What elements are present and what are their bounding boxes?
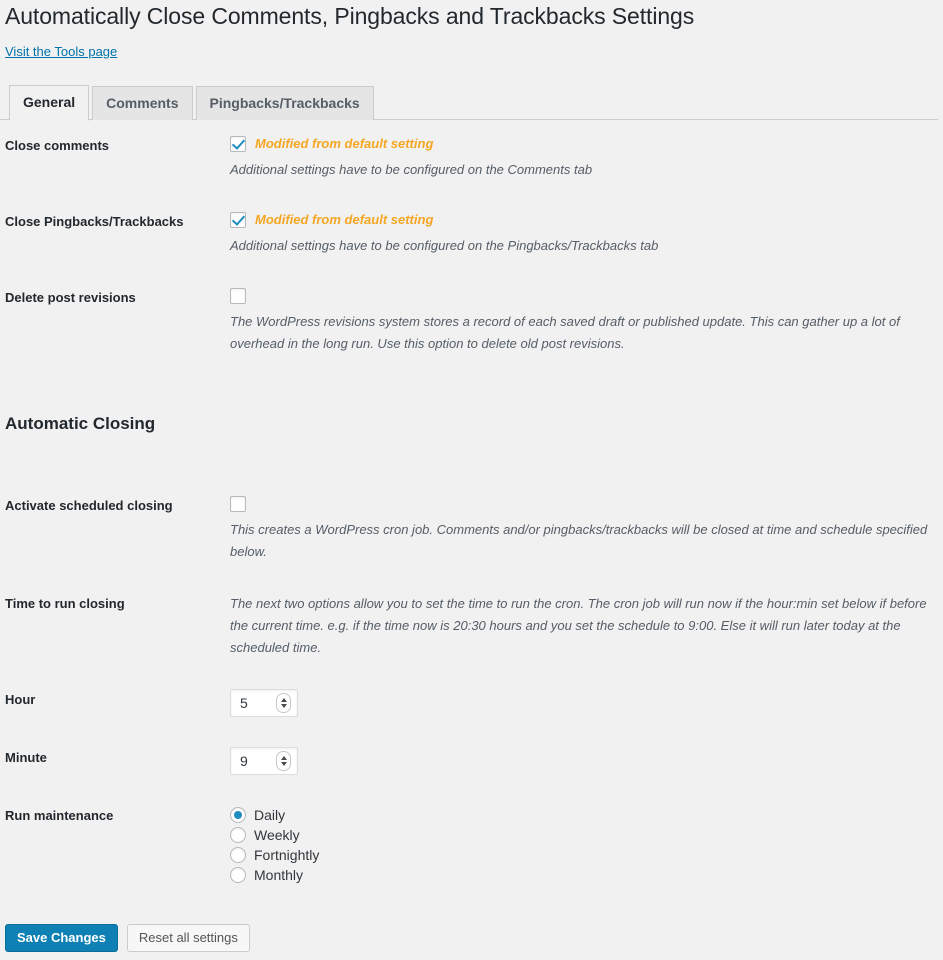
minute-stepper[interactable] [276,751,291,771]
label-run-maintenance: Run maintenance [5,808,114,823]
run-maintenance-label-weekly[interactable]: Weekly [254,825,300,845]
radio-option-fortnightly[interactable]: Fortnightly [230,845,928,865]
time-to-run-closing-description: The next two options allow you to set th… [230,596,927,655]
tab-comments[interactable]: Comments [92,86,193,120]
row-time-to-run-closing: Time to run closing The next two options… [5,578,938,674]
row-minute: Minute [5,732,938,790]
chevron-down-icon[interactable] [280,762,287,766]
hour-stepper[interactable] [276,693,291,713]
run-maintenance-radio-fortnightly[interactable] [230,847,246,863]
chevron-down-icon[interactable] [280,704,287,708]
run-maintenance-radio-weekly[interactable] [230,827,246,843]
minute-field-wrap [230,747,298,775]
chevron-up-icon[interactable] [280,756,287,760]
activate-scheduled-closing-checkbox[interactable] [230,496,246,512]
hour-field-wrap [230,689,298,717]
delete-revisions-description: The WordPress revisions system stores a … [230,314,900,351]
run-maintenance-radio-group: Daily Weekly Fortnightly Monthly [230,805,928,885]
label-delete-revisions: Delete post revisions [5,290,136,305]
settings-page: Automatically Close Comments, Pingbacks … [0,0,943,960]
close-pingbacks-description: Additional settings have to be configure… [230,238,659,253]
run-maintenance-radio-monthly[interactable] [230,867,246,883]
label-time-to-run-closing: Time to run closing [5,596,125,611]
row-run-maintenance: Run maintenance Daily Weekly Fortnightly [5,790,938,900]
label-activate-scheduled-closing: Activate scheduled closing [5,498,173,513]
close-comments-checkbox[interactable] [230,136,246,152]
row-hour: Hour [5,674,938,732]
tab-general[interactable]: General [9,85,90,121]
row-close-pingbacks: Close Pingbacks/Trackbacks Modified from… [5,196,938,272]
close-comments-modified-note: Modified from default setting [255,135,434,151]
run-maintenance-label-daily[interactable]: Daily [254,805,285,825]
automatic-closing-table: Activate scheduled closing This creates … [5,480,938,900]
general-settings-table: Close comments Modified from default set… [5,120,938,370]
tab-pingbacks-trackbacks[interactable]: Pingbacks/Trackbacks [195,86,374,120]
activate-scheduled-closing-description: This creates a WordPress cron job. Comme… [230,522,928,559]
label-close-comments: Close comments [5,138,110,153]
run-maintenance-label-monthly[interactable]: Monthly [254,865,303,885]
save-changes-button[interactable]: Save Changes [5,924,118,952]
visit-tools-page-link[interactable]: Visit the Tools page [5,44,117,59]
row-close-comments: Close comments Modified from default set… [5,120,938,196]
reset-all-settings-button[interactable]: Reset all settings [126,924,250,952]
radio-option-monthly[interactable]: Monthly [230,865,928,885]
form-actions: Save Changes Reset all settings [5,924,250,952]
run-maintenance-label-fortnightly[interactable]: Fortnightly [254,845,319,865]
row-delete-revisions: Delete post revisions The WordPress revi… [5,272,938,370]
tab-bar: General Comments Pingbacks/Trackbacks [0,85,938,121]
label-close-pingbacks: Close Pingbacks/Trackbacks [5,214,184,229]
chevron-up-icon[interactable] [280,698,287,702]
label-hour: Hour [5,692,36,707]
tools-link-row: Visit the Tools page [5,43,938,61]
radio-option-weekly[interactable]: Weekly [230,825,928,845]
automatic-closing-heading: Automatic Closing [5,414,156,433]
radio-option-daily[interactable]: Daily [230,805,928,825]
page-title: Automatically Close Comments, Pingbacks … [5,3,695,29]
row-activate-scheduled-closing: Activate scheduled closing This creates … [5,480,938,578]
close-pingbacks-modified-note: Modified from default setting [255,211,434,227]
delete-revisions-checkbox[interactable] [230,288,246,304]
label-minute: Minute [5,750,47,765]
close-comments-description: Additional settings have to be configure… [230,162,593,177]
run-maintenance-radio-daily[interactable] [230,807,246,823]
close-pingbacks-checkbox[interactable] [230,212,246,228]
